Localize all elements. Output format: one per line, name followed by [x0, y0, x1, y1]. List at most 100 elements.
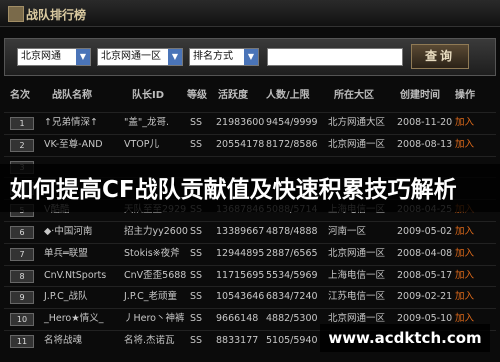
cell-name: 单兵═联盟	[44, 247, 88, 259]
cell-members: 5534/5969	[266, 269, 318, 281]
cell-name: ↑兄弟情深↑	[44, 117, 98, 128]
cell-level: SS	[190, 117, 203, 128]
cell-level: SS	[190, 334, 203, 346]
title-icon	[8, 6, 24, 22]
cell-members: 4882/5300	[266, 313, 318, 325]
cell-active: 20554178	[216, 138, 265, 150]
cell-name: J.P.C_战队	[44, 291, 88, 303]
sort-select[interactable]: 排名方式 ▼	[189, 48, 259, 66]
cell-members: 8172/8586	[266, 138, 318, 150]
join-link[interactable]: 加入	[455, 244, 474, 264]
table-row: 8 CnV.NtSports CnV歪歪5688 SS 11715695 5534/596…	[4, 264, 496, 287]
join-link[interactable]: 加入	[455, 222, 474, 242]
cell-members: 6834/7240	[266, 291, 318, 303]
cell-region: 北京网通一区	[328, 247, 386, 259]
cell-active: 8833177	[216, 334, 259, 346]
cell-active: 12944895	[216, 247, 265, 259]
cell-leader: VTOP儿	[124, 138, 160, 150]
table-row: 6 ◆·中国河南 招主力yy2600 SS 13389667 4878/4888 河南一区 2…	[4, 220, 496, 243]
rank-badge: 10	[10, 313, 34, 327]
table-row: 2 VK-至尊-AND VTOP儿 SS 20554178 8172/8586 北京网通一区…	[4, 133, 496, 156]
cell-active: 9666148	[216, 313, 259, 325]
cell-level: SS	[190, 225, 203, 237]
table-row: 9 J.P.C_战队 J.P.C_老顽童 SS 10543646 6834/7240 江苏电…	[4, 286, 496, 308]
ranking-panel: 战队排行榜 北京网通 ▼ 北京网通一区 ▼ 排名方式 ▼ 查询 名次 战队名称 …	[0, 0, 500, 362]
query-button[interactable]: 查询	[411, 44, 469, 69]
column-header: 活跃度	[218, 90, 248, 101]
sort-select-value: 排名方式	[193, 51, 233, 62]
rank-badge: 8	[10, 269, 34, 283]
column-header: 所在大区	[334, 90, 374, 101]
cell-members: 5105/5940	[266, 334, 318, 346]
cell-leader: "盖"_龙哥.	[124, 117, 170, 128]
cell-created: 2008-08-13	[397, 138, 453, 150]
column-header: 名次	[10, 90, 30, 101]
cell-level: SS	[190, 247, 203, 259]
server-select[interactable]: 北京网通一区 ▼	[97, 48, 183, 66]
rank-badge: 6	[10, 225, 34, 239]
cell-created: 2009-05-02	[397, 225, 453, 237]
cell-region: 北京网通一区	[328, 138, 386, 150]
column-header: 等级	[187, 90, 207, 101]
cell-members: 9454/9999	[266, 117, 318, 128]
table-header: 名次 战队名称 队长ID 等级 活跃度 人数/上限 所在大区 创建时间 操作	[4, 86, 496, 104]
column-header: 队长ID	[132, 90, 165, 101]
cell-level: SS	[190, 313, 203, 325]
cell-leader: 名将.杰诺瓦	[124, 334, 175, 346]
cell-region: 北方网通大区	[328, 117, 386, 128]
team-table: 1 ↑兄弟情深↑ "盖"_龙哥. SS 21983600 9454/9999 北方网通大区 2…	[4, 112, 496, 352]
search-input[interactable]	[267, 48, 403, 66]
rank-badge: 9	[10, 291, 34, 305]
rank-badge: 7	[10, 247, 34, 261]
cell-created: 2008-05-17	[397, 269, 453, 281]
table-row: 1 ↑兄弟情深↑ "盖"_龙哥. SS 21983600 9454/9999 北方网通大区 2…	[4, 112, 496, 134]
rank-badge: 11	[10, 334, 34, 348]
cell-members: 4878/4888	[266, 225, 318, 237]
join-link[interactable]: 加入	[455, 135, 474, 155]
cell-active: 13389667	[216, 225, 265, 237]
cell-level: SS	[190, 138, 203, 150]
join-link[interactable]: 加入	[455, 287, 474, 307]
chevron-down-icon[interactable]: ▼	[244, 49, 258, 65]
cell-leader: CnV歪歪5688	[124, 269, 187, 281]
cell-created: 2008-04-08	[397, 247, 453, 259]
cell-members: 2887/6565	[266, 247, 318, 259]
cell-leader: 招主力yy2600	[124, 225, 188, 237]
cell-leader: Stokis※夜斧	[124, 247, 180, 259]
chevron-down-icon[interactable]: ▼	[76, 49, 90, 65]
cell-level: SS	[190, 269, 203, 281]
cell-active: 10543646	[216, 291, 265, 303]
cell-created: 2009-02-21	[397, 291, 453, 303]
column-header: 人数/上限	[266, 90, 310, 101]
cell-leader: J.P.C_老顽童	[124, 291, 177, 303]
filter-bar: 北京网通 ▼ 北京网通一区 ▼ 排名方式 ▼ 查询	[4, 38, 496, 76]
column-header: 创建时间	[400, 90, 440, 101]
cell-created: 2008-11-20	[397, 117, 453, 128]
cell-active: 21983600	[216, 117, 265, 128]
title-bar: 战队排行榜	[0, 0, 500, 27]
cell-level: SS	[190, 291, 203, 303]
column-header: 操作	[455, 90, 475, 101]
watermark: www.acdktch.com	[320, 324, 490, 352]
cell-name: ◆·中国河南	[44, 225, 93, 237]
column-header: 战队名称	[52, 90, 92, 101]
server-select-value: 北京网通一区	[101, 51, 161, 62]
chevron-down-icon[interactable]: ▼	[168, 49, 182, 65]
page-title: 战队排行榜	[26, 8, 87, 22]
cell-region: 上海电信一区	[328, 269, 386, 281]
rank-badge: 2	[10, 138, 34, 152]
cell-region: 江苏电信一区	[328, 291, 386, 303]
table-row: 7 单兵═联盟 Stokis※夜斧 SS 12944895 2887/6565 北京网通一区…	[4, 242, 496, 265]
join-link[interactable]: 加入	[455, 113, 474, 133]
cell-leader: 丿Hero丶神裤	[124, 313, 185, 325]
rank-badge: 1	[10, 117, 34, 130]
cell-name: CnV.NtSports	[44, 269, 107, 281]
region-select-value: 北京网通	[21, 51, 61, 62]
region-select[interactable]: 北京网通 ▼	[17, 48, 91, 66]
cell-name: VK-至尊-AND	[44, 138, 103, 150]
cell-name: 名将战魂	[44, 334, 83, 346]
join-link[interactable]: 加入	[455, 266, 474, 286]
cell-name: _Hero★情义_	[44, 313, 104, 325]
banner-title: 如何提高CF战队贡献值及快速积累技巧解析	[10, 177, 457, 203]
cell-active: 11715695	[216, 269, 265, 281]
